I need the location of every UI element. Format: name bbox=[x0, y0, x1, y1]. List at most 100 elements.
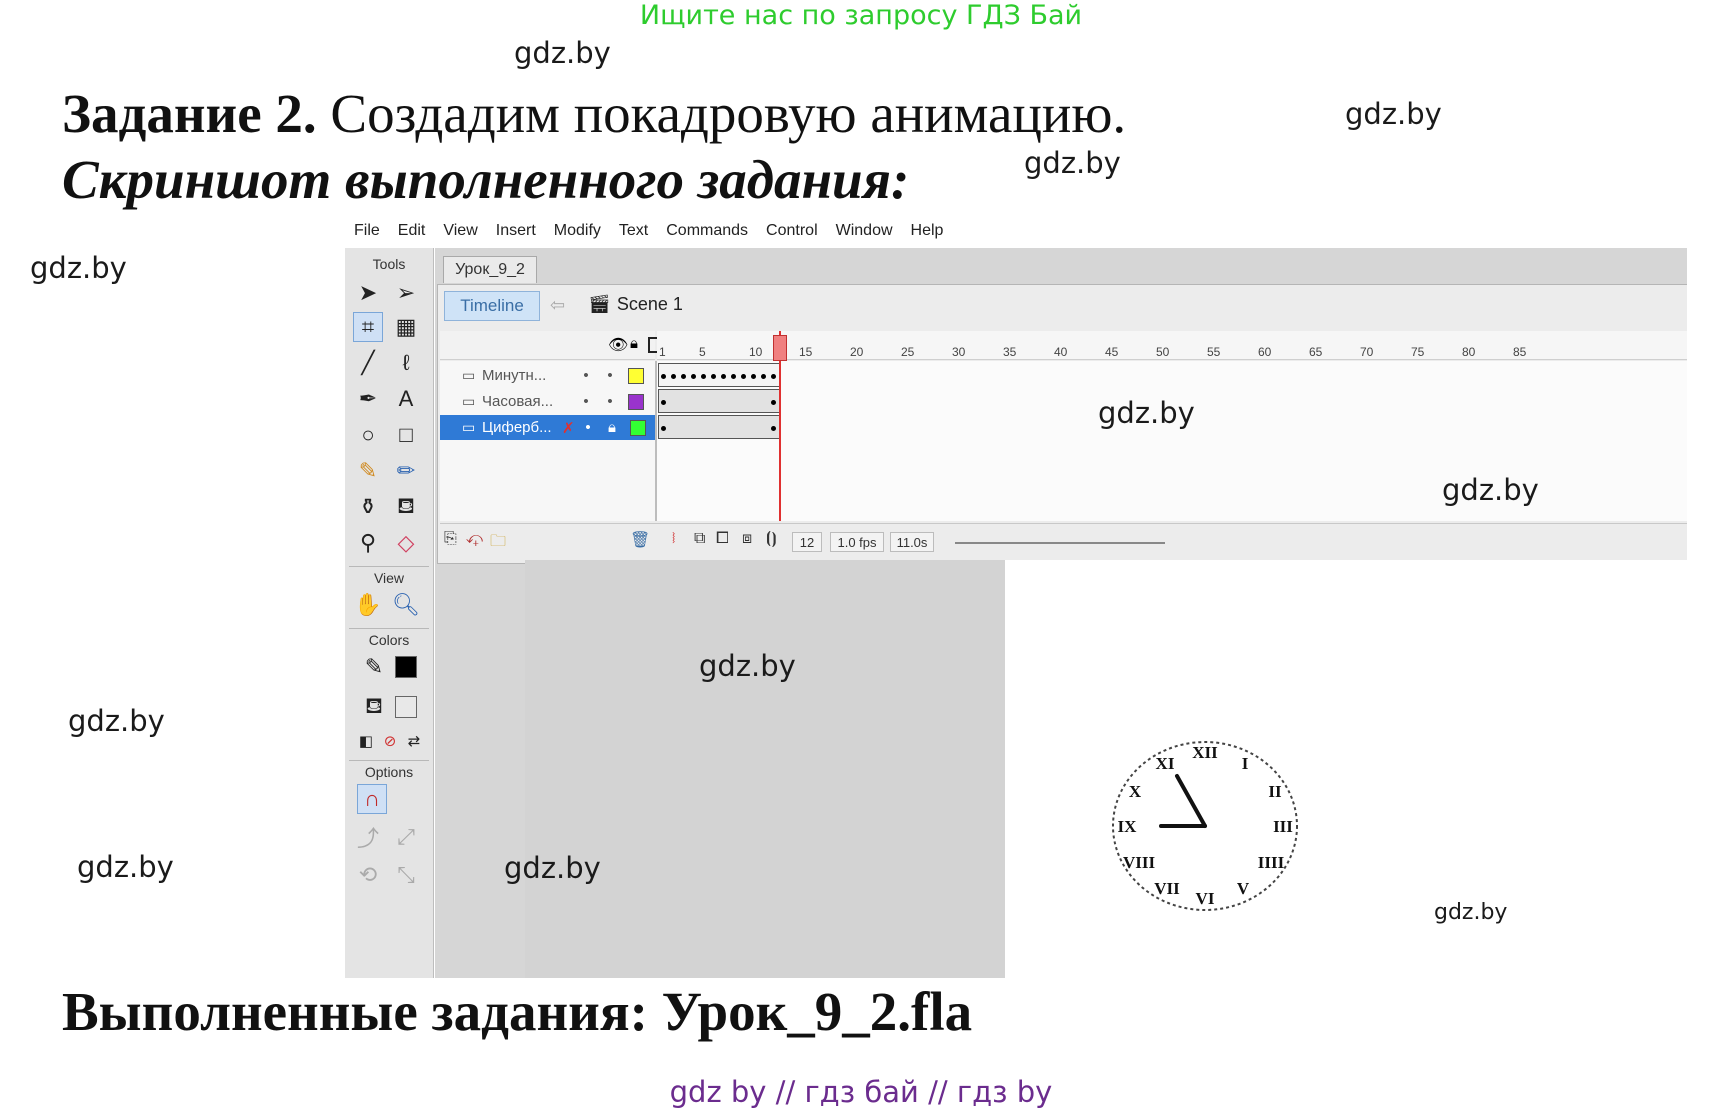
selection-tool-icon[interactable]: ➤ bbox=[353, 278, 383, 308]
task-label: Задание 2. bbox=[62, 83, 317, 144]
back-arrow-icon[interactable]: ⇦ bbox=[550, 295, 565, 316]
layer-color-swatch[interactable] bbox=[628, 393, 644, 410]
new-layer-icon[interactable]: ⎘ bbox=[444, 530, 457, 548]
subselection-tool-icon[interactable]: ➢ bbox=[391, 278, 421, 308]
stroke-color-icon[interactable]: ✎ bbox=[359, 652, 389, 682]
lock-dot[interactable]: • bbox=[598, 393, 622, 410]
menu-file[interactable]: File bbox=[354, 222, 380, 240]
free-transform-tool-icon[interactable]: ⌗ bbox=[353, 312, 383, 342]
hidden-x-icon[interactable]: ✗ bbox=[562, 419, 576, 437]
frame-span-hour[interactable] bbox=[658, 389, 780, 413]
keyframe[interactable] bbox=[711, 374, 716, 379]
layer-row-dial[interactable]: ▭ Циферб... ✗ • 🔒︎ bbox=[440, 415, 655, 440]
clock-numeral: VII bbox=[1154, 879, 1180, 898]
watermark: gdz.by bbox=[30, 251, 127, 285]
visibility-dot[interactable]: • bbox=[576, 419, 600, 436]
center-frame-icon[interactable]: ⧘ bbox=[672, 530, 675, 548]
keyframe[interactable] bbox=[661, 426, 666, 431]
keyframe[interactable] bbox=[761, 374, 766, 379]
hand-tool-icon[interactable]: ✋ bbox=[353, 590, 383, 620]
menu-edit[interactable]: Edit bbox=[398, 222, 426, 240]
ruler-tick: 55 bbox=[1207, 345, 1221, 359]
rotate-option-icon[interactable]: ⟲ bbox=[353, 860, 383, 890]
keyframe[interactable] bbox=[771, 374, 776, 379]
layer-row-hour[interactable]: ▭ Часовая... • • bbox=[440, 389, 655, 414]
pencil-tool-icon[interactable]: ✎ bbox=[353, 456, 383, 486]
layer-row-minute[interactable]: ▭ Минутн... • • bbox=[440, 363, 655, 388]
snap-magnet-icon[interactable]: ∩ bbox=[357, 784, 387, 814]
ink-bottle-tool-icon[interactable]: ⚱ bbox=[353, 492, 383, 522]
clock-drawing[interactable]: XII I II III IIII V VI VII VIII IX X XI bbox=[1105, 731, 1305, 921]
keyframe[interactable] bbox=[701, 374, 706, 379]
lock-icon[interactable]: 🔒︎ bbox=[630, 335, 638, 352]
lock-icon[interactable]: 🔒︎ bbox=[600, 419, 624, 436]
view-title: View bbox=[373, 570, 405, 586]
gradient-transform-tool-icon[interactable]: ▦ bbox=[391, 312, 421, 342]
fill-color-swatch[interactable] bbox=[391, 692, 421, 722]
timeline-scrollbar[interactable] bbox=[955, 542, 1165, 544]
keyframe[interactable] bbox=[661, 400, 666, 405]
paint-bucket-tool-icon[interactable]: ⛾ bbox=[391, 492, 421, 522]
keyframe[interactable] bbox=[691, 374, 696, 379]
brush-tool-icon[interactable]: ✏ bbox=[391, 456, 421, 486]
clock-numeral: VI bbox=[1196, 889, 1215, 908]
document-tab[interactable]: Урок_9_2 bbox=[443, 256, 537, 283]
straighten-option-icon[interactable]: ⤢ bbox=[391, 822, 421, 852]
smooth-option-icon[interactable]: ⤴ bbox=[353, 822, 383, 852]
modify-onion-markers-icon[interactable]: ⦗⦘ bbox=[766, 530, 777, 548]
onion-skin-icon[interactable]: ⧉ bbox=[694, 530, 705, 548]
keyframe[interactable] bbox=[771, 400, 776, 405]
swap-colors-icon[interactable]: ⇄ bbox=[399, 726, 429, 756]
zoom-tool-icon[interactable]: 🔍︎ bbox=[391, 590, 421, 620]
eraser-tool-icon[interactable]: ◇ bbox=[391, 528, 421, 558]
delete-layer-icon[interactable]: 🗑︎ bbox=[630, 530, 650, 550]
keyframe[interactable] bbox=[661, 374, 666, 379]
scene-breadcrumb[interactable]: 🎬︎ Scene 1 bbox=[588, 294, 683, 315]
layer-name: Циферб... bbox=[482, 419, 552, 436]
rectangle-tool-icon[interactable]: □ bbox=[391, 420, 421, 450]
lock-dot[interactable]: • bbox=[598, 367, 622, 384]
playhead-handle[interactable] bbox=[773, 335, 787, 361]
layer-color-swatch[interactable] bbox=[630, 419, 646, 436]
menu-view[interactable]: View bbox=[443, 222, 477, 240]
oval-tool-icon[interactable]: ○ bbox=[353, 420, 383, 450]
menu-insert[interactable]: Insert bbox=[496, 222, 536, 240]
menu-help[interactable]: Help bbox=[911, 222, 944, 240]
timeline-button[interactable]: Timeline bbox=[444, 291, 540, 321]
current-frame-field[interactable]: 12 bbox=[792, 532, 822, 552]
onion-outlines-icon[interactable]: ⧠ bbox=[716, 530, 729, 548]
menu-modify[interactable]: Modify bbox=[554, 222, 601, 240]
frame-rate-field[interactable]: 1.0 fps bbox=[830, 532, 884, 552]
frame-ruler[interactable]: 1 5 10 15 20 25 30 35 40 45 50 55 60 65 … bbox=[657, 331, 1687, 360]
menu-commands[interactable]: Commands bbox=[666, 222, 748, 240]
fill-color-icon[interactable]: ⛾ bbox=[359, 692, 389, 722]
scale-option-icon[interactable]: ⤡ bbox=[391, 860, 421, 890]
clock-numeral: II bbox=[1268, 782, 1282, 801]
keyframe[interactable] bbox=[741, 374, 746, 379]
visibility-dot[interactable]: • bbox=[574, 367, 598, 384]
edit-multiple-frames-icon[interactable]: ⧈ bbox=[742, 530, 752, 548]
tools-title: Tools bbox=[372, 256, 406, 272]
menu-text[interactable]: Text bbox=[619, 222, 648, 240]
add-motion-guide-icon[interactable]: ⤽ bbox=[466, 530, 483, 548]
eye-icon[interactable]: 👁︎ bbox=[608, 335, 628, 355]
keyframe[interactable] bbox=[721, 374, 726, 379]
keyframe[interactable] bbox=[751, 374, 756, 379]
options-title: Options bbox=[364, 764, 414, 780]
keyframe[interactable] bbox=[671, 374, 676, 379]
new-folder-icon[interactable]: 🗀︎ bbox=[490, 530, 506, 557]
layer-color-swatch[interactable] bbox=[628, 367, 644, 384]
frame-span-dial[interactable] bbox=[658, 415, 780, 439]
stroke-color-swatch[interactable] bbox=[391, 652, 421, 682]
menu-control[interactable]: Control bbox=[766, 222, 818, 240]
text-tool-icon[interactable]: A bbox=[391, 384, 421, 414]
keyframe[interactable] bbox=[771, 426, 776, 431]
visibility-dot[interactable]: • bbox=[574, 393, 598, 410]
line-tool-icon[interactable]: ╱ bbox=[353, 348, 383, 378]
menu-window[interactable]: Window bbox=[836, 222, 893, 240]
pen-tool-icon[interactable]: ✒ bbox=[353, 384, 383, 414]
keyframe[interactable] bbox=[681, 374, 686, 379]
keyframe[interactable] bbox=[731, 374, 736, 379]
lasso-tool-icon[interactable]: ℓ bbox=[391, 348, 421, 378]
eyedropper-tool-icon[interactable]: ⚲ bbox=[353, 528, 383, 558]
